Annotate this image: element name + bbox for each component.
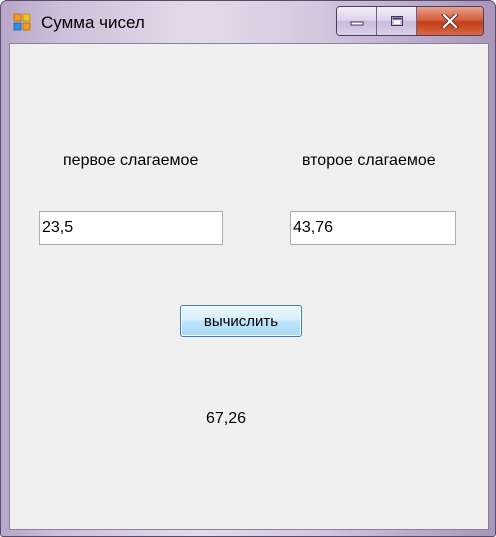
close-icon (441, 14, 459, 28)
calculate-button[interactable]: вычислить (180, 305, 302, 337)
form-client-area: первое слагаемое второе слагаемое 23,5 4… (9, 43, 489, 530)
close-button[interactable] (417, 7, 483, 35)
maximize-button[interactable] (377, 7, 417, 35)
minimize-button[interactable] (337, 7, 377, 35)
second-addend-input[interactable]: 43,76 (290, 211, 456, 245)
windows-form-icon (13, 13, 31, 31)
first-addend-label: первое слагаемое (63, 152, 199, 169)
window-title: Сумма чисел (41, 13, 145, 32)
second-addend-label: второе слагаемое (302, 152, 436, 169)
app-window: Сумма чисел первое слагаемое второе слаг… (0, 0, 496, 537)
first-addend-input[interactable]: 23,5 (39, 211, 223, 245)
maximize-icon (390, 16, 403, 26)
title-bar[interactable]: Сумма чисел (1, 1, 495, 43)
result-value: 67,26 (206, 410, 247, 427)
window-controls (336, 6, 484, 36)
minimize-icon (350, 21, 363, 26)
